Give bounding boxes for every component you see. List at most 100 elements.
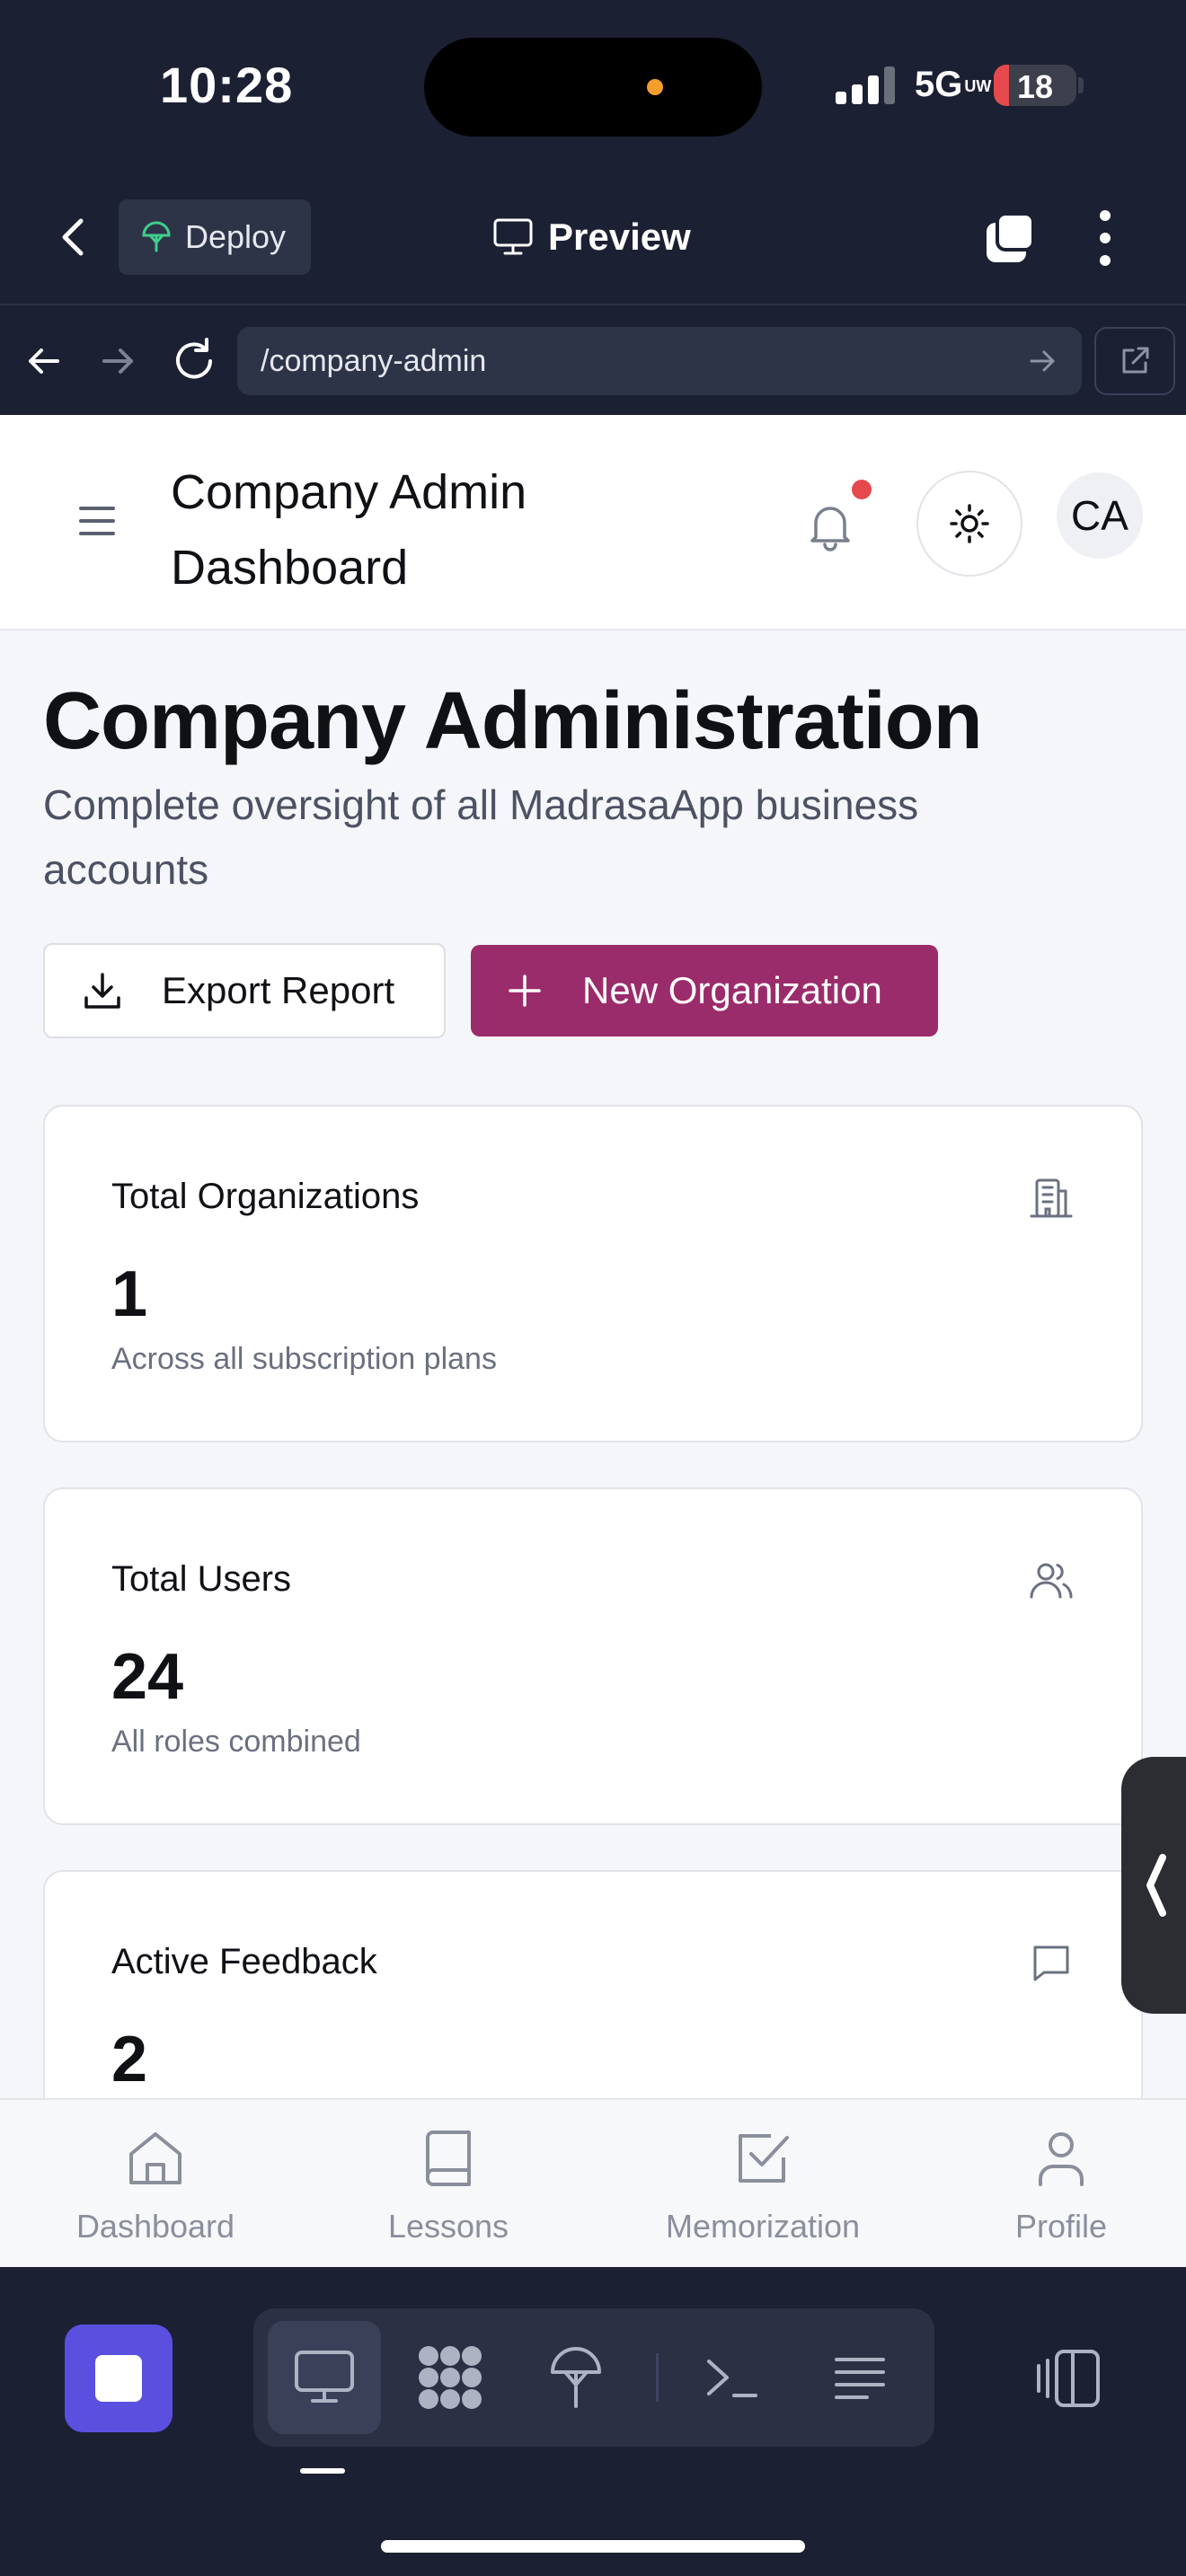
message-icon — [1033, 1945, 1069, 1981]
sun-icon — [950, 504, 989, 543]
stat-card-users: Total Users 24 All roles combined — [43, 1487, 1143, 1825]
stat-card-organizations: Total Organizations 1 Across all subscri… — [43, 1105, 1143, 1442]
tabs-button[interactable] — [981, 210, 1039, 268]
app-header: Company Admin Dashboard CA — [0, 415, 1186, 631]
stat-label: Total Organizations — [111, 1177, 420, 1216]
stop-icon — [95, 2355, 142, 2402]
deploy-icon — [551, 2347, 601, 2408]
nav-item-dashboard[interactable]: Dashboard — [7, 2100, 304, 2267]
export-report-button[interactable]: Export Report — [43, 943, 446, 1038]
users-icon — [1030, 1563, 1073, 1599]
toggle-panel-button[interactable] — [1031, 2342, 1103, 2414]
more-vertical-icon — [1100, 210, 1111, 266]
tool-deployments[interactable] — [519, 2321, 633, 2434]
tool-console[interactable] — [803, 2321, 916, 2434]
signal-icon — [836, 65, 895, 104]
theme-toggle-button[interactable] — [916, 471, 1022, 577]
battery-icon: 18 — [994, 65, 1076, 106]
deploy-label: Deploy — [185, 218, 287, 255]
nav-item-lessons[interactable]: Lessons — [300, 2100, 597, 2267]
go-arrow-icon[interactable] — [1024, 343, 1060, 379]
browser-url-bar: /company-admin — [0, 307, 1186, 415]
network-type: 5G UW — [915, 65, 991, 105]
browser-forward-button[interactable] — [92, 334, 146, 388]
building-icon — [1030, 1178, 1073, 1218]
reload-icon — [176, 338, 212, 379]
book-icon — [426, 2130, 471, 2186]
reload-button[interactable] — [167, 334, 221, 388]
app-header-title: Company Admin Dashboard — [171, 465, 527, 595]
tabs-icon — [987, 212, 1035, 262]
status-bar: 10:28 5G UW 18 — [0, 0, 1186, 171]
active-tool-indicator — [300, 2468, 345, 2474]
back-button[interactable] — [50, 212, 101, 262]
chevron-left-icon — [1146, 1854, 1166, 1917]
deploy-icon — [142, 221, 171, 252]
grid-blocks-icon — [419, 2346, 482, 2409]
menu-icon[interactable] — [79, 507, 115, 539]
terminal-icon — [707, 2360, 757, 2397]
more-options-button[interactable] — [1087, 207, 1123, 269]
stat-description: Across all subscription plans — [111, 1342, 497, 1376]
nav-label: Dashboard — [75, 2208, 235, 2245]
url-text: /company-admin — [261, 343, 487, 378]
side-panel-handle[interactable] — [1121, 1757, 1186, 2014]
checkbox-icon — [739, 2134, 789, 2183]
browser-back-button[interactable] — [16, 334, 70, 388]
bottom-navigation: Dashboard Lessons Memorization Profile — [0, 2098, 1186, 2267]
tool-preview[interactable] — [268, 2321, 381, 2434]
avatar[interactable]: CA — [1057, 472, 1143, 559]
deploy-button[interactable]: Deploy — [119, 199, 311, 275]
preview-tab[interactable]: Preview — [492, 210, 691, 264]
panel-layout-icon — [1037, 2350, 1100, 2407]
app-viewport: Company Admin Dashboard CA Company Admin… — [0, 415, 1186, 2267]
export-report-label: Export Report — [162, 969, 395, 1011]
dynamic-island — [424, 38, 762, 137]
new-organization-button[interactable]: New Organization — [471, 945, 938, 1037]
tool-workspace[interactable] — [394, 2321, 507, 2434]
tool-switcher — [253, 2308, 934, 2447]
battery-nub — [1078, 77, 1084, 93]
text-lines-icon — [835, 2358, 885, 2399]
preview-toolbar: Deploy Preview — [0, 171, 1186, 305]
tool-shell[interactable] — [676, 2321, 789, 2434]
user-icon — [1039, 2132, 1084, 2186]
arrow-left-icon — [29, 348, 59, 374]
monitor-icon — [295, 2351, 354, 2403]
open-external-button[interactable] — [1094, 327, 1175, 395]
home-icon — [129, 2132, 181, 2184]
toolbar-divider — [656, 2353, 659, 2402]
nav-item-profile[interactable]: Profile — [913, 2100, 1186, 2267]
stat-label: Active Feedback — [111, 1942, 377, 1981]
network-label: 5G — [915, 65, 963, 104]
notifications-button[interactable] — [805, 499, 855, 553]
stat-value: 2 — [111, 2024, 148, 2095]
nav-label: Memorization — [665, 2208, 861, 2245]
external-link-icon — [1122, 347, 1149, 374]
status-time: 10:28 — [160, 57, 294, 113]
stat-value: 1 — [111, 1258, 148, 1330]
workspace-bottom-bar — [0, 2267, 1186, 2576]
arrow-right-icon — [102, 348, 133, 374]
plus-icon — [509, 975, 541, 1007]
network-sub-label: UW — [964, 77, 992, 96]
home-indicator — [381, 2540, 805, 2553]
stat-label: Total Users — [111, 1559, 292, 1599]
url-field[interactable]: /company-admin — [237, 327, 1082, 395]
new-organization-label: New Organization — [582, 969, 882, 1011]
download-icon — [84, 973, 120, 1009]
recording-dot-icon — [647, 79, 663, 95]
bell-icon — [810, 507, 850, 551]
page-subtitle: Complete oversight of all MadrasaApp bus… — [43, 781, 919, 893]
page-title: Company Administration — [43, 676, 983, 766]
monitor-icon — [493, 218, 533, 255]
battery-percent: 18 — [1016, 68, 1054, 105]
preview-label: Preview — [548, 216, 691, 258]
chevron-left-icon — [62, 218, 84, 256]
stat-description: All roles combined — [111, 1725, 361, 1759]
stat-value: 24 — [111, 1641, 184, 1713]
stop-button[interactable] — [65, 2325, 173, 2432]
nav-item-memorization[interactable]: Memorization — [615, 2100, 911, 2267]
nav-label: Profile — [1014, 2208, 1108, 2245]
nav-label: Lessons — [387, 2208, 509, 2245]
